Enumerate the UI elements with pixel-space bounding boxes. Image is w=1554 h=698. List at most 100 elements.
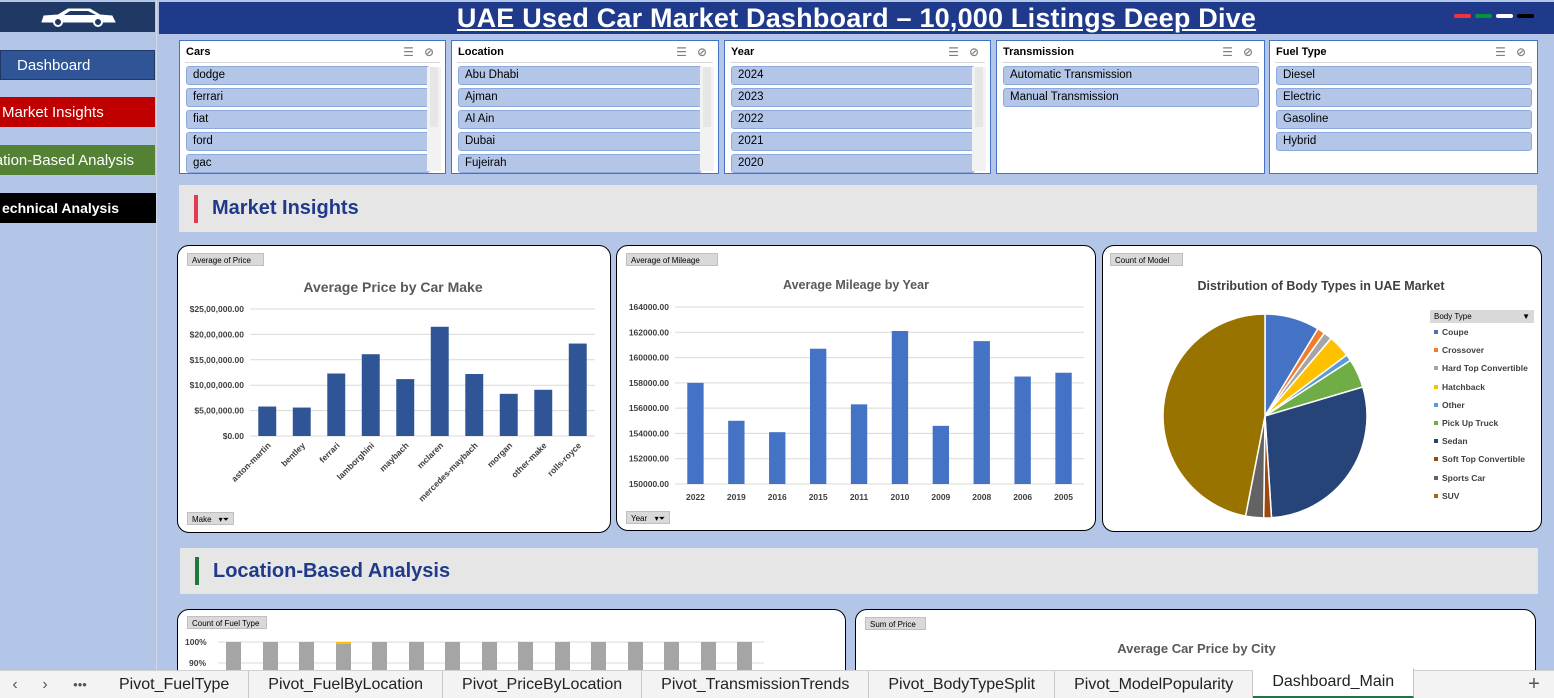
x-tick-label: aston-martin (229, 440, 272, 483)
legend-item: SUV (1430, 487, 1534, 505)
pie-legend: Body Type ▼ Coupe Crossover Hard Top Conve… (1430, 310, 1534, 505)
y-tick-label: 152000.00 (629, 454, 669, 464)
x-tick-label: morgan (485, 440, 514, 469)
legend-item: Crossover (1430, 341, 1534, 359)
tab-pivot-bodytypesplit[interactable]: Pivot_BodyTypeSplit (869, 670, 1056, 698)
legend-item: Other (1430, 396, 1534, 414)
tab-more-icon[interactable]: ••• (60, 677, 100, 692)
bar (973, 341, 990, 484)
x-tick-label: 2015 (809, 492, 828, 502)
legend-item: Sedan (1430, 432, 1534, 450)
legend-label: Sports Car (1442, 472, 1486, 483)
bar (769, 432, 786, 484)
tab-pivot-fueltype[interactable]: Pivot_FuelType (100, 670, 250, 698)
tab-dashboard-main[interactable]: Dashboard_Main (1253, 667, 1415, 698)
x-tick-label: 2006 (1013, 492, 1032, 502)
x-tick-label: bentley (279, 440, 307, 468)
chart-title: Distribution of Body Types in UAE Market (1197, 279, 1445, 293)
bar (534, 389, 553, 436)
y-tick-label: $0.00 (223, 431, 245, 441)
x-tick-label: 2019 (727, 492, 746, 502)
x-tick-label: mercedes-maybach (416, 440, 479, 503)
bar (728, 420, 745, 484)
legend-label: Crossover (1442, 345, 1485, 356)
tab-pivot-modelpopularity[interactable]: Pivot_ModelPopularity (1055, 670, 1254, 698)
y-tick-label: 160000.00 (629, 353, 669, 363)
legend-swatch (1434, 330, 1438, 335)
legend-label: Sedan (1442, 436, 1468, 447)
legend-swatch (1434, 384, 1438, 389)
bar (499, 393, 518, 436)
tab-pivot-pricebylocation[interactable]: Pivot_PriceByLocation (443, 670, 643, 698)
legend-label: SUV (1442, 490, 1460, 501)
legend-label: Hatchback (1442, 381, 1485, 392)
legend-item: Soft Top Convertible (1430, 450, 1534, 468)
legend-swatch (1434, 366, 1438, 371)
bar (430, 326, 449, 436)
bar (568, 343, 587, 436)
legend-swatch (1434, 421, 1438, 426)
x-tick-label: other-make (509, 440, 549, 480)
bar (932, 425, 950, 484)
section-title: Location-Based Analysis (213, 559, 451, 582)
bar (850, 404, 868, 484)
bar (465, 374, 484, 436)
tab-scroll-left-icon[interactable]: ‹ (0, 676, 30, 694)
bar (396, 379, 415, 436)
legend-item: Pick Up Truck (1430, 414, 1534, 432)
legend-swatch (1434, 439, 1438, 444)
dropdown-arrow-icon: ▼ (1522, 312, 1530, 321)
legend-label: Coupe (1442, 327, 1469, 338)
x-tick-label: 2008 (972, 492, 991, 502)
y-tick-label: 164000.00 (629, 302, 669, 312)
legend-label: Soft Top Convertible (1442, 454, 1525, 465)
legend-swatch (1434, 457, 1438, 462)
y-tick-label: $15,00,000.00 (190, 355, 245, 365)
bar (687, 382, 704, 484)
legend-label: Hard Top Convertible (1442, 363, 1528, 374)
x-tick-label: lamborghini (335, 440, 376, 481)
x-tick-label: 2011 (850, 492, 869, 502)
y-tick-label: 156000.00 (629, 403, 669, 413)
legend-item: Sports Car (1430, 469, 1534, 487)
bar (1055, 372, 1072, 484)
field-button-value[interactable]: Sum of Price (865, 617, 926, 630)
x-tick-label: maybach (378, 440, 411, 473)
x-tick-label: ferrari (317, 440, 341, 464)
bar (292, 407, 311, 436)
y-tick-label: 154000.00 (629, 428, 669, 438)
bar (361, 354, 380, 436)
y-tick-label: 150000.00 (629, 479, 669, 489)
x-tick-label: rolls-royce (545, 440, 583, 478)
x-tick-label: 2010 (890, 492, 909, 502)
legend-label: Other (1442, 399, 1465, 410)
legend-field-button[interactable]: Body Type ▼ (1430, 310, 1534, 323)
pie-slice (1162, 313, 1266, 517)
legend-field-label: Body Type (1434, 312, 1472, 321)
chart-title: Average Mileage by Year (783, 278, 929, 292)
y-tick-label: 158000.00 (629, 378, 669, 388)
y-tick-label: 162000.00 (629, 327, 669, 337)
bar (1014, 376, 1031, 484)
add-sheet-icon[interactable]: + (1514, 673, 1554, 696)
y-tick-label: $10,00,000.00 (190, 380, 245, 390)
chart-title: Average Car Price by City (1117, 641, 1276, 656)
x-tick-label: 2016 (768, 492, 787, 502)
section-banner-location-analysis: Location-Based Analysis (180, 548, 1538, 594)
bar (258, 406, 277, 436)
y-tick-label: $5,00,000.00 (194, 406, 244, 416)
y-tick-label: $20,00,000.00 (190, 329, 245, 339)
sheet-tab-bar: ‹ › ••• Pivot_FuelType Pivot_FuelByLocat… (0, 667, 1554, 698)
bar (891, 331, 909, 484)
tab-pivot-transmissiontrends[interactable]: Pivot_TransmissionTrends (642, 670, 870, 698)
legend-label: Pick Up Truck (1442, 418, 1499, 429)
legend-swatch (1434, 348, 1438, 353)
legend-swatch (1434, 402, 1438, 407)
legend-item: Coupe (1430, 323, 1534, 341)
tab-scroll-right-icon[interactable]: › (30, 676, 60, 694)
bar (809, 348, 827, 484)
chart-title: Average Price by Car Make (303, 279, 482, 295)
tab-pivot-fuelbylocation[interactable]: Pivot_FuelByLocation (249, 670, 444, 698)
y-tick-label: $25,00,000.00 (190, 304, 245, 314)
x-tick-label: 2009 (931, 492, 950, 502)
